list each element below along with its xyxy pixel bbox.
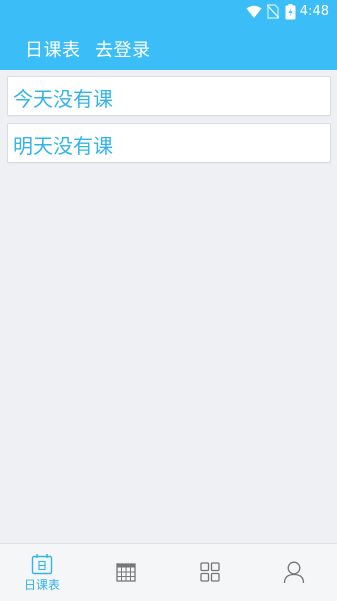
week-table-icon	[116, 563, 136, 586]
today-text: 今天没有课	[13, 87, 113, 111]
no-sim-icon	[266, 4, 280, 23]
login-button[interactable]: 去登录	[95, 36, 151, 62]
nav-item-day-schedule[interactable]: 日课表	[0, 544, 84, 601]
status-time: 4:48	[299, 4, 329, 19]
nav-item-profile[interactable]	[252, 544, 336, 601]
today-card[interactable]: 今天没有课	[7, 76, 331, 116]
battery-charging-icon	[285, 4, 296, 24]
nav-label-day-schedule: 日课表	[23, 578, 60, 592]
bottom-nav: 日课表	[0, 543, 337, 601]
title-bar: 日课表 去登录	[0, 30, 337, 66]
tomorrow-text: 明天没有课	[13, 134, 113, 158]
tomorrow-card[interactable]: 明天没有课	[7, 123, 331, 163]
nav-item-week-schedule[interactable]	[84, 544, 168, 601]
day-schedule-button[interactable]: 日课表	[25, 36, 81, 62]
app-header: 4:48 日课表 去登录	[0, 0, 337, 70]
profile-icon	[283, 560, 305, 588]
grid-apps-icon	[200, 562, 220, 586]
nav-item-apps[interactable]	[168, 544, 252, 601]
wifi-icon	[246, 4, 262, 23]
status-bar: 4:48	[0, 0, 337, 24]
